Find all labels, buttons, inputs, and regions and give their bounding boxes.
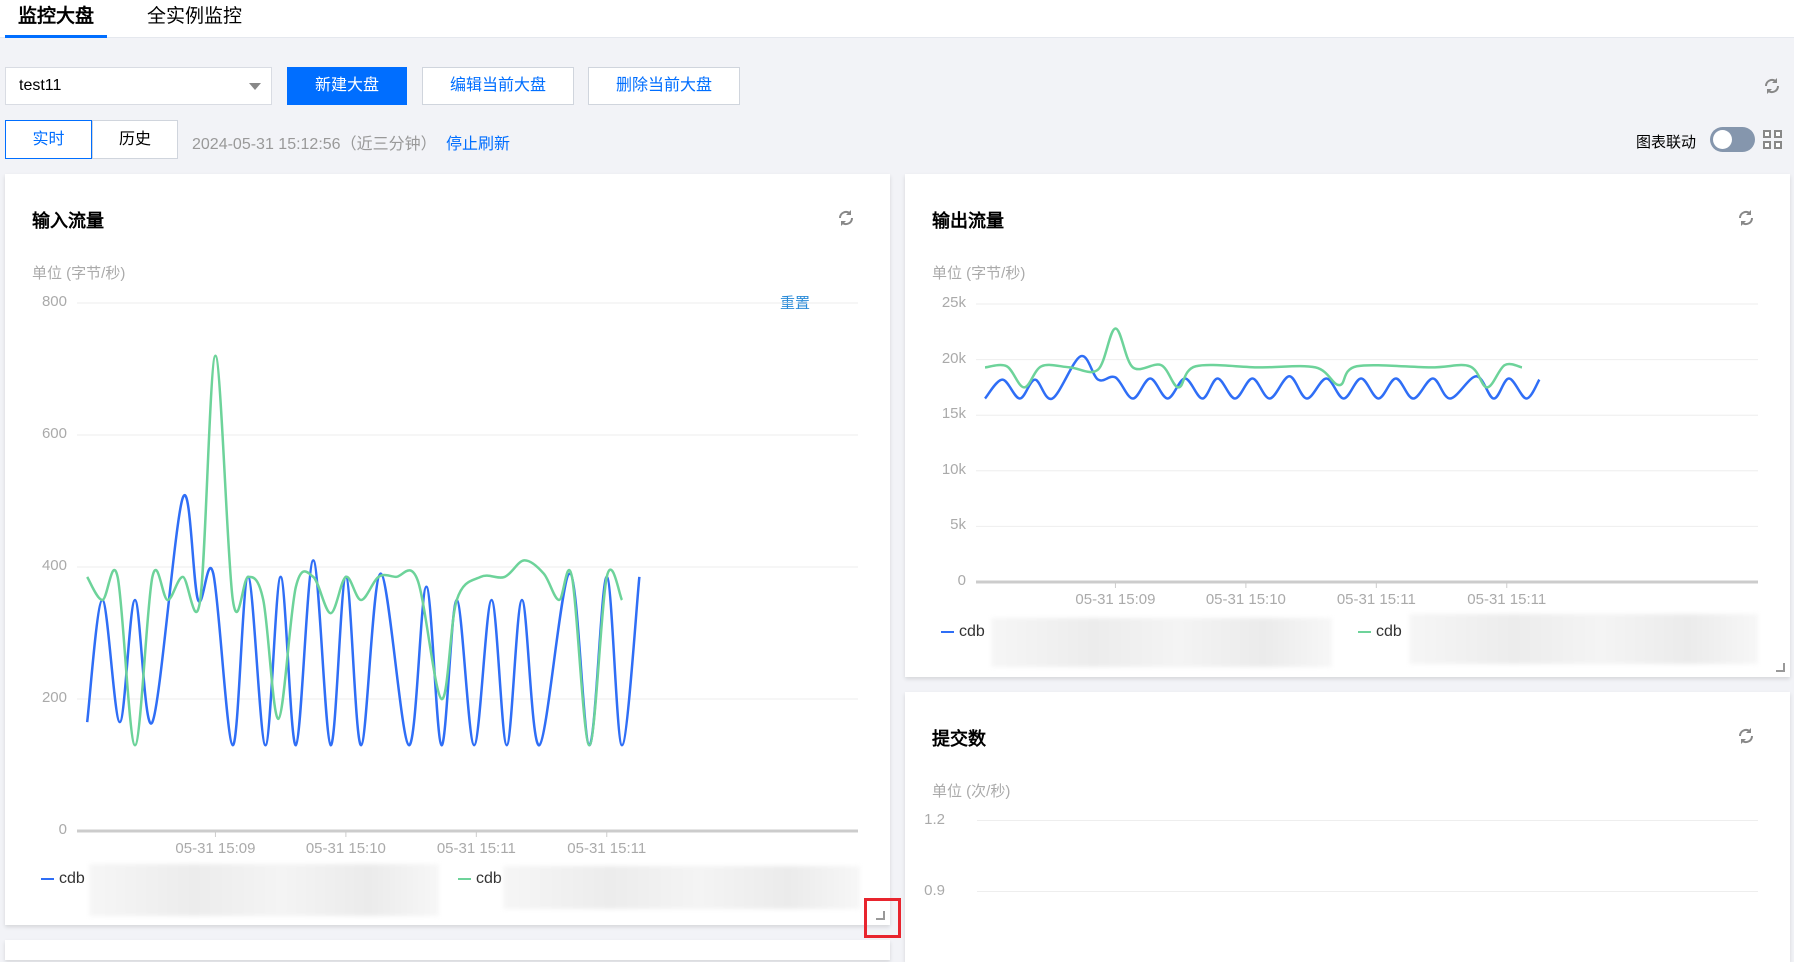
y-tick-label: 25k xyxy=(941,294,966,311)
x-tick-label: 05-31 15:10 xyxy=(305,840,386,857)
redacted-legend xyxy=(503,866,860,909)
legend-label: cdb xyxy=(476,870,502,887)
timestamp: 2024-05-31 15:12:56（近三分钟） xyxy=(192,136,437,153)
x-tick-label: 05-31 15:10 xyxy=(1205,591,1286,608)
series-line-blue[interactable] xyxy=(85,493,641,747)
output-traffic-card: 输出流量 单位 (字节/秒) cdb cdb 0 5k 10k 15k 20k 25k 05… xyxy=(905,174,1790,677)
highlight-box xyxy=(864,898,901,938)
top-tab-bar: 监控大盘 全实例监控 xyxy=(0,0,1794,38)
redacted-legend xyxy=(991,618,1332,667)
stop-refresh-link[interactable]: 停止刷新 xyxy=(446,130,510,154)
x-tick-label: 05-31 15:11 xyxy=(1467,591,1547,608)
x-tick-label: 05-31 15:11 xyxy=(436,840,516,857)
next-chart-card xyxy=(5,940,890,960)
legend-item[interactable]: cdb xyxy=(1358,623,1402,641)
y-tick-label: 600 xyxy=(41,425,67,442)
y-tick-label: 0.9 xyxy=(924,882,945,899)
gridline xyxy=(977,820,1758,821)
grid-layout-icon[interactable] xyxy=(1763,130,1783,150)
tab-all-instance-monitor[interactable]: 全实例监控 xyxy=(132,0,257,38)
unit-label: 单位 (次/秒) xyxy=(932,783,1011,800)
delete-dashboard-button[interactable]: 删除当前大盘 xyxy=(588,67,740,105)
y-tick-label: 400 xyxy=(41,557,67,574)
refresh-icon[interactable] xyxy=(1762,76,1782,96)
gridline xyxy=(977,891,1758,892)
caret-down-icon xyxy=(249,83,261,90)
y-tick-label: 1.2 xyxy=(924,811,945,828)
y-tick-label: 0 xyxy=(957,572,966,589)
y-tick-label: 800 xyxy=(41,293,67,310)
link-charts-toggle[interactable] xyxy=(1710,127,1755,152)
line-chart[interactable] xyxy=(5,174,890,925)
new-dashboard-button[interactable]: 新建大盘 xyxy=(287,67,407,105)
dashboard-select[interactable]: test11 xyxy=(5,67,272,105)
y-tick-label: 10k xyxy=(941,460,966,478)
dashboard-select-value: test11 xyxy=(19,77,62,94)
legend-label: cdb xyxy=(1376,623,1402,640)
legend-item[interactable]: cdb xyxy=(458,870,502,888)
series-line-blue[interactable] xyxy=(984,354,1541,401)
edit-dashboard-button[interactable]: 编辑当前大盘 xyxy=(422,67,574,105)
legend-item[interactable]: cdb xyxy=(941,623,985,641)
tab-monitor-dashboard[interactable]: 监控大盘 xyxy=(5,0,107,38)
legend-swatch xyxy=(1358,630,1371,633)
x-tick-label: 05-31 15:11 xyxy=(1336,591,1416,608)
legend-label: cdb xyxy=(959,623,985,640)
redacted-legend xyxy=(89,864,439,916)
y-tick-label: 0 xyxy=(58,821,67,838)
legend-item[interactable]: cdb xyxy=(41,870,85,888)
realtime-tab[interactable]: 实时 xyxy=(5,120,92,159)
toggle-knob xyxy=(1713,130,1732,149)
y-tick-label: 5k xyxy=(950,516,966,534)
commit-count-card: 提交数 单位 (次/秒) 1.2 0.9 xyxy=(905,692,1790,962)
y-tick-label: 200 xyxy=(41,689,67,706)
legend-swatch xyxy=(941,630,954,633)
x-tick-label: 05-31 15:11 xyxy=(567,840,647,857)
link-charts-label: 图表联动 xyxy=(1636,134,1697,151)
y-tick-label: 15k xyxy=(941,405,966,423)
y-tick-label: 20k xyxy=(941,349,966,367)
legend-swatch xyxy=(41,877,54,880)
legend-swatch xyxy=(458,877,471,880)
x-tick-label: 05-31 15:09 xyxy=(1075,591,1156,608)
input-traffic-card: 输入流量 单位 (字节/秒) 重置 cdb cdb 0 200 400 600 800 0… xyxy=(5,174,890,925)
redacted-legend xyxy=(1409,614,1758,664)
resize-handle-icon[interactable] xyxy=(1776,663,1785,672)
card-title: 提交数 xyxy=(932,729,986,749)
x-tick-label: 05-31 15:09 xyxy=(175,840,256,857)
legend-label: cdb xyxy=(59,870,85,887)
refresh-icon[interactable] xyxy=(1736,726,1756,746)
history-tab[interactable]: 历史 xyxy=(92,120,178,159)
